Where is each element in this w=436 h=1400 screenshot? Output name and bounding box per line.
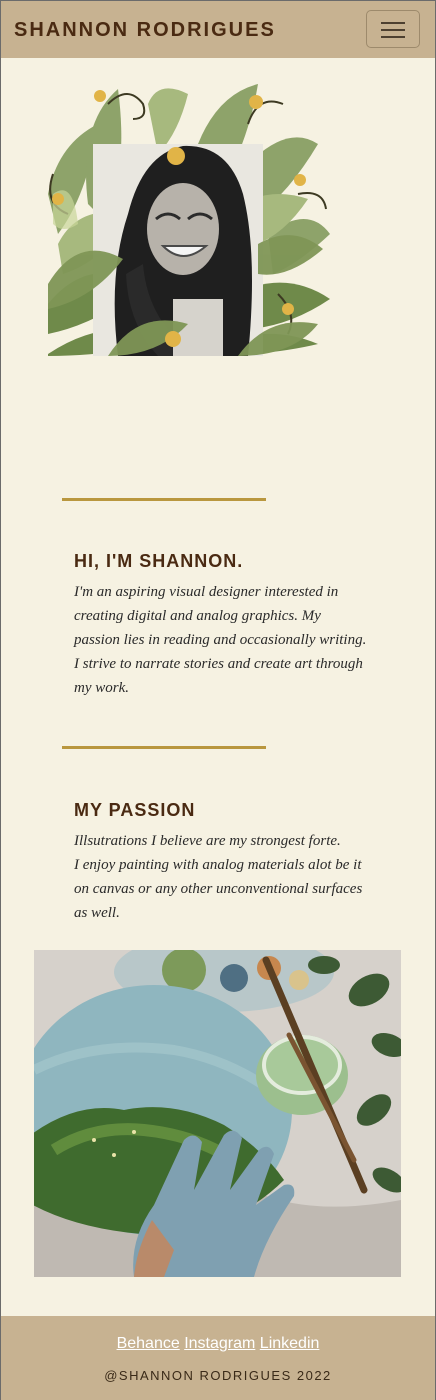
passion-line: Illsutrations I believe are my strongest…	[74, 833, 341, 849]
copyright-text: @SHANNON RODRIGUES 2022	[104, 1368, 332, 1383]
intro-heading: HI, I'M SHANNON.	[74, 551, 244, 571]
hero-portrait-image	[48, 84, 330, 356]
instagram-link[interactable]: Instagram	[184, 1335, 255, 1352]
brand-title[interactable]: SHANNON RODRIGUES	[14, 19, 276, 42]
navbar: SHANNON RODRIGUES	[1, 1, 435, 58]
section-divider	[62, 746, 266, 749]
painting-photo-image	[34, 950, 401, 1277]
passion-line: I enjoy painting with analog materials a…	[74, 857, 362, 873]
footer-links: Behance Instagram Linkedin	[1, 1335, 435, 1353]
section-divider	[62, 498, 266, 501]
passion-paragraph: Illsutrations I believe are my strongest…	[74, 829, 366, 925]
behance-link[interactable]: Behance	[117, 1335, 180, 1352]
intro-paragraph: I'm an aspiring visual designer interest…	[74, 584, 367, 696]
passion-heading: MY PASSION	[74, 800, 196, 820]
passion-line: on canvas or any other unconventional su…	[74, 881, 363, 921]
menu-toggle-button[interactable]	[366, 10, 420, 48]
linkedin-link[interactable]: Linkedin	[260, 1335, 320, 1352]
footer: Behance Instagram Linkedin @SHANNON RODR…	[1, 1316, 435, 1400]
